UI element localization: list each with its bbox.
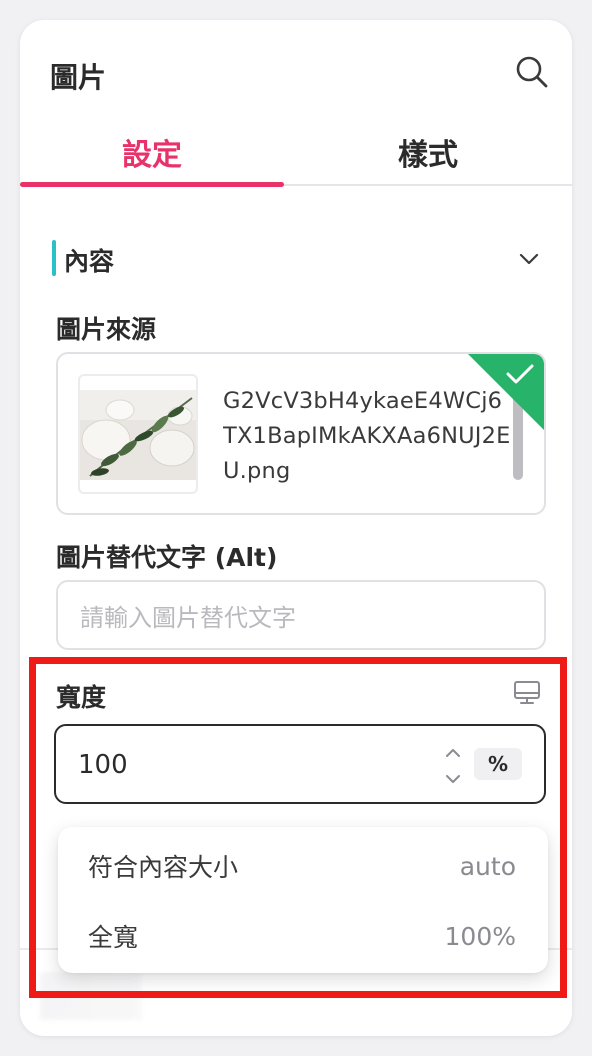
panel-title: 圖片 [50, 61, 107, 94]
image-preview [80, 390, 196, 480]
content-section-header[interactable]: 內容 [52, 238, 540, 280]
width-label: 寬度 [56, 683, 107, 712]
active-tab-indicator [20, 182, 284, 187]
option-fit-content[interactable]: 符合內容大小 auto [58, 831, 548, 901]
alt-text-placeholder: 請輸入圖片替代文字 [80, 603, 296, 632]
image-settings-panel: 圖片 設定 樣式 內容 圖片來源 G2VcV3bH4ykaeE4WCj6TX1B… [20, 20, 572, 1036]
section-title: 內容 [64, 247, 115, 276]
alt-text-input[interactable]: 請輸入圖片替代文字 [56, 580, 546, 650]
tab-style[interactable]: 樣式 [284, 124, 572, 186]
tab-bar: 設定 樣式 [20, 124, 572, 187]
option-label: 符合內容大小 [88, 853, 239, 882]
search-icon[interactable] [514, 54, 550, 90]
image-source-picker[interactable]: G2VcV3bH4ykaeE4WCj6TX1BapIMkAKXAa6NUJ2EU… [56, 352, 546, 515]
stepper-down-icon [446, 775, 460, 783]
unit-selector[interactable]: % [474, 748, 522, 780]
width-value: 100 [78, 750, 128, 780]
alt-text-label: 圖片替代文字 (Alt) [56, 543, 278, 572]
stepper-up-icon [446, 749, 460, 757]
width-stepper[interactable] [442, 744, 464, 788]
option-value: auto [459, 851, 516, 881]
option-label: 全寬 [88, 923, 139, 952]
width-options-dropdown: 符合內容大小 auto 全寬 100% [58, 827, 548, 973]
option-full-width[interactable]: 全寬 100% [58, 901, 548, 971]
image-thumbnail[interactable] [78, 374, 198, 494]
image-source-label: 圖片來源 [56, 315, 157, 344]
section-accent-bar [52, 240, 56, 276]
desktop-icon[interactable] [512, 678, 542, 708]
check-icon [468, 354, 544, 430]
width-setting: 寬度 100 % 符合內容大小 auto 全寬 100% [54, 672, 556, 1012]
chevron-down-icon[interactable] [518, 248, 540, 270]
option-value: 100% [444, 921, 516, 951]
tab-settings[interactable]: 設定 [20, 124, 284, 186]
width-input[interactable]: 100 % [54, 724, 546, 804]
